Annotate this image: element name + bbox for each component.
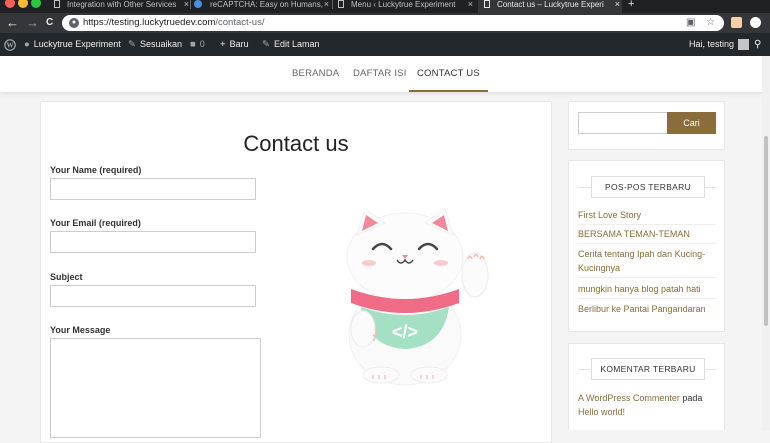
comment-on-text: pada	[682, 393, 703, 403]
svg-text:W: W	[7, 41, 14, 49]
extension-icon[interactable]	[731, 17, 742, 28]
site-header: BERANDA DAFTAR ISI CONTACT US	[0, 56, 770, 92]
message-label: Your Message	[50, 325, 111, 335]
search-button[interactable]: Cari	[667, 112, 716, 134]
account-menu[interactable]: Hai, testing	[689, 33, 750, 56]
avatar	[738, 39, 750, 51]
maneki-neko-cat-icon: </>	[343, 207, 493, 392]
recaptcha-icon	[194, 0, 202, 8]
document-icon	[484, 0, 490, 8]
tab-title: reCAPTCHA: Easy on Humans,	[210, 0, 323, 9]
comment-bubble-icon: ■	[190, 39, 196, 50]
recent-posts-title: POS-POS TERBARU	[591, 176, 705, 198]
comments-count: 0	[199, 39, 205, 49]
page-scrollbar[interactable]	[762, 56, 770, 430]
profile-icon[interactable]	[750, 17, 761, 28]
customize-link[interactable]: ✎ Sesuaikan	[128, 33, 182, 56]
subject-field[interactable]	[50, 285, 256, 307]
name-label: Your Name (required)	[50, 165, 142, 175]
recent-post-link[interactable]: First Love Story	[578, 208, 718, 222]
site-name-link[interactable]: ● Luckytrue Experiment	[24, 33, 121, 56]
dashboard-icon: ●	[24, 39, 30, 50]
browser-toolbar: ← → C ● https://testing.luckytruedev.com…	[0, 13, 770, 33]
new-tab-button[interactable]: +	[628, 0, 634, 13]
url-text[interactable]: https://testing.luckytruedev.com/contact…	[83, 17, 264, 29]
close-tab-icon[interactable]: ×	[615, 0, 620, 9]
close-window-dot[interactable]	[5, 0, 15, 8]
tab-integration[interactable]: Integration with Other Services ×	[52, 0, 189, 13]
recent-post-link[interactable]: mungkin hanya blog patah hati	[578, 282, 718, 296]
site-name: Luckytrue Experiment	[33, 39, 121, 49]
forward-button[interactable]: →	[26, 14, 39, 32]
scrollbar-thumb[interactable]	[764, 136, 768, 326]
greeting: Hai, testing	[689, 39, 735, 49]
wordpress-logo-icon[interactable]: W	[4, 33, 16, 56]
paintbrush-icon: ✎	[128, 39, 136, 50]
recent-post-link[interactable]: Cerita tentang Ipah dan Kucing-Kucingnya	[578, 247, 718, 275]
comment-post-link[interactable]: Hello world!	[578, 407, 625, 417]
close-tab-icon[interactable]: ×	[468, 0, 473, 9]
page-title: Contact us	[243, 131, 349, 156]
message-textarea[interactable]	[50, 338, 261, 438]
edit-page-label: Edit Laman	[273, 39, 320, 49]
recent-comments-widget: KOMENTAR TERBARU A WordPress Commenter p…	[568, 343, 725, 430]
reload-button[interactable]: C	[46, 14, 53, 32]
plus-icon: +	[220, 39, 226, 50]
new-label: Baru	[229, 39, 249, 49]
browser-tab-strip: Integration with Other Services × reCAPT…	[0, 0, 770, 13]
search-widget: Cari	[568, 101, 725, 150]
tab-menu[interactable]: Menu ‹ Luckytrue Experiment ×	[338, 0, 473, 13]
search-input[interactable]	[578, 112, 668, 134]
recent-comment: A WordPress Commenter pada Hello world!	[578, 391, 718, 419]
tab-title: Integration with Other Services	[67, 0, 177, 9]
subject-label: Subject	[50, 272, 83, 282]
menu-item-beranda[interactable]: BERANDA	[292, 56, 339, 92]
site-info-icon[interactable]: ●	[69, 18, 79, 28]
customize-label: Sesuaikan	[139, 39, 182, 49]
url-path: /contact-us/	[215, 17, 265, 28]
document-icon	[338, 0, 344, 8]
edit-page-link[interactable]: ✎ Edit Laman	[262, 33, 320, 56]
email-field[interactable]	[50, 231, 256, 253]
close-tab-icon[interactable]: ×	[324, 0, 329, 9]
wp-admin-bar: W ● Luckytrue Experiment ✎ Sesuaikan ■ 0 + B…	[0, 33, 770, 56]
tab-title: Menu ‹ Luckytrue Experiment	[351, 0, 456, 9]
back-button[interactable]: ←	[6, 14, 19, 32]
recent-post-link[interactable]: BERSAMA TEMAN-TEMAN	[578, 227, 718, 241]
document-icon	[54, 0, 60, 8]
name-field[interactable]	[50, 178, 256, 200]
pencil-icon: ✎	[262, 39, 270, 50]
menu-item-contact-us[interactable]: CONTACT US	[409, 56, 488, 92]
comment-author-link[interactable]: A WordPress Commenter	[578, 393, 680, 403]
minimize-window-dot[interactable]	[18, 0, 28, 8]
recent-post-link[interactable]: Berlibur ke Pantai Pangandaran	[578, 302, 718, 316]
new-content-link[interactable]: + Baru	[220, 33, 249, 56]
main-content: Contact us Your Name (required) Your Ema…	[40, 101, 552, 443]
email-label: Your Email (required)	[50, 218, 141, 228]
bookmark-star-icon[interactable]: ☆	[706, 17, 715, 29]
code-glyph: </>	[392, 322, 418, 342]
close-tab-icon[interactable]: ×	[184, 0, 189, 9]
address-bar[interactable]: ● https://testing.luckytruedev.com/conta…	[62, 15, 724, 31]
recent-posts-widget: POS-POS TERBARU First Love Story BERSAMA…	[568, 160, 725, 332]
comments-link[interactable]: ■ 0	[190, 33, 205, 56]
search-icon[interactable]: ⚲	[754, 33, 761, 56]
recent-comments-title: KOMENTAR TERBARU	[591, 358, 705, 380]
url-host: https://testing.luckytruedev.com	[83, 17, 216, 28]
translate-icon[interactable]: ▣	[686, 17, 695, 29]
maximize-window-dot[interactable]	[31, 0, 41, 8]
tab-title: Contact us – Luckytrue Experi	[497, 0, 604, 9]
tab-contact-us[interactable]: Contact us – Luckytrue Experi ×	[478, 0, 622, 13]
menu-item-daftar-isi[interactable]: DAFTAR ISI	[353, 56, 407, 92]
tab-recaptcha[interactable]: reCAPTCHA: Easy on Humans, ×	[194, 0, 329, 13]
